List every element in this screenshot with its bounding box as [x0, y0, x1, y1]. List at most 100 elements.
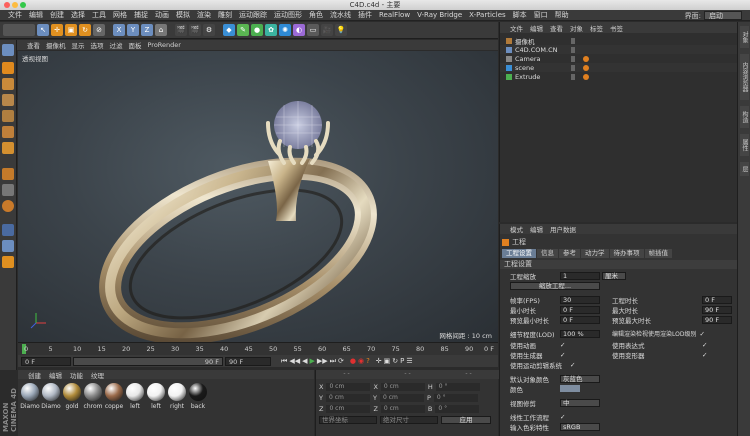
- scene-camera-icon[interactable]: ▭: [307, 24, 319, 36]
- duration-field[interactable]: 0 F: [702, 295, 732, 304]
- viewport-menu-item[interactable]: 摄像机: [46, 40, 66, 50]
- material-swatch[interactable]: chrom: [83, 383, 103, 410]
- minimize-window-button[interactable]: [12, 2, 18, 8]
- move-tool-icon[interactable]: ✛: [51, 24, 63, 36]
- menu-item[interactable]: 帮助: [555, 10, 569, 20]
- preview-max-field[interactable]: 90 F: [702, 315, 732, 324]
- menu-item[interactable]: 运动图形: [274, 10, 302, 20]
- material-swatch[interactable]: right: [167, 383, 187, 410]
- menu-item[interactable]: 动画: [155, 10, 169, 20]
- attribute-tab[interactable]: 参考: [559, 249, 580, 258]
- menu-item[interactable]: 窗口: [534, 10, 548, 20]
- snap-icon[interactable]: [2, 200, 14, 212]
- color-swatch[interactable]: [560, 385, 580, 392]
- object-visibility-icon[interactable]: [571, 64, 575, 71]
- side-tab[interactable]: 内容浏览器: [740, 54, 749, 100]
- recent-tool-icon[interactable]: ⊘: [93, 24, 105, 36]
- preview-range-slider[interactable]: 90 F: [73, 356, 223, 366]
- attribute-menu-item[interactable]: 模式: [510, 224, 523, 234]
- render-picture-viewer-icon[interactable]: 🎬: [189, 24, 201, 36]
- x-axis-lock-icon[interactable]: X: [113, 24, 125, 36]
- scale-unit-dropdown[interactable]: 厘米: [602, 271, 626, 280]
- menu-item[interactable]: 编辑: [29, 10, 43, 20]
- environment-icon[interactable]: ◐: [293, 24, 305, 36]
- subdivision-generator-icon[interactable]: ●: [251, 24, 263, 36]
- timeline-menu-icon[interactable]: ☰: [406, 357, 412, 365]
- render-settings-icon[interactable]: ⚙: [203, 24, 215, 36]
- make-editable-icon[interactable]: [2, 44, 14, 56]
- menu-item[interactable]: V-Ray Bridge: [417, 11, 462, 19]
- use-generators-check[interactable]: ✓: [560, 351, 612, 359]
- select-tool-icon[interactable]: ↖: [37, 24, 49, 36]
- go-to-start-icon[interactable]: ⏮: [281, 357, 287, 366]
- input-color-dropdown[interactable]: sRGB: [560, 422, 600, 431]
- object-menu-item[interactable]: 查看: [550, 23, 563, 33]
- object-menu-item[interactable]: 文件: [510, 23, 523, 33]
- object-row[interactable]: Camera: [500, 54, 738, 63]
- menu-item[interactable]: 运动跟踪: [239, 10, 267, 20]
- menu-item[interactable]: 选择: [71, 10, 85, 20]
- viewport-menu-item[interactable]: 面板: [129, 40, 142, 50]
- menu-item[interactable]: 脚本: [513, 10, 527, 20]
- auto-key-icon[interactable]: ◉: [358, 357, 364, 365]
- coordinate-system-icon[interactable]: ⌂: [155, 24, 167, 36]
- size-mode-dropdown[interactable]: 绝对尺寸: [380, 416, 438, 424]
- cube-primitive-icon[interactable]: ◆: [223, 24, 235, 36]
- object-visibility-icon[interactable]: [571, 37, 575, 44]
- material-menu-item[interactable]: 编辑: [49, 370, 62, 380]
- object-row[interactable]: Extrude: [500, 72, 738, 81]
- camera-object-icon[interactable]: 🎥: [321, 24, 333, 36]
- use-deformers-check[interactable]: ✓: [702, 351, 707, 359]
- position-field[interactable]: 0 cm: [325, 393, 370, 402]
- scale-tool-icon[interactable]: ▣: [65, 24, 77, 36]
- material-swatch[interactable]: back: [188, 383, 208, 410]
- light-object-icon[interactable]: 💡: [335, 24, 347, 36]
- axis-mode-icon[interactable]: [2, 168, 14, 180]
- size-field[interactable]: 0 cm: [379, 393, 424, 402]
- render-lod-check[interactable]: ✓: [699, 330, 704, 338]
- cloner-icon[interactable]: ✿: [265, 24, 277, 36]
- position-field[interactable]: 0 cm: [326, 382, 371, 391]
- object-menu-item[interactable]: 标签: [590, 23, 603, 33]
- menu-item[interactable]: 网格: [113, 10, 127, 20]
- undo-redo-group[interactable]: [3, 24, 35, 36]
- material-menu-item[interactable]: 纹理: [91, 370, 104, 380]
- apply-button[interactable]: 应用: [441, 416, 491, 424]
- menu-item[interactable]: X-Particles: [469, 11, 505, 19]
- material-menu-item[interactable]: 功能: [70, 370, 83, 380]
- attribute-tab[interactable]: 信息: [537, 249, 558, 258]
- menu-item[interactable]: 渲染: [197, 10, 211, 20]
- project-scale-field[interactable]: 1: [560, 271, 600, 280]
- menu-item[interactable]: RealFlow: [379, 11, 410, 19]
- menu-item[interactable]: 流水线: [330, 10, 351, 20]
- tag-icon[interactable]: [583, 55, 589, 62]
- y-axis-lock-icon[interactable]: Y: [127, 24, 139, 36]
- texture-mode-icon[interactable]: [2, 78, 14, 90]
- material-swatch[interactable]: gold: [62, 383, 82, 410]
- menu-item[interactable]: 雕刻: [218, 10, 232, 20]
- default-color-dropdown[interactable]: 灰蓝色: [560, 374, 600, 383]
- object-row[interactable]: C4D.COM.CN: [500, 45, 738, 54]
- use-expressions-check[interactable]: ✓: [702, 341, 707, 349]
- side-tab[interactable]: 属性: [740, 134, 749, 156]
- object-row[interactable]: 摄像机: [500, 36, 738, 46]
- view-clipping-dropdown[interactable]: 中: [560, 398, 600, 407]
- side-tab[interactable]: 层: [740, 162, 749, 176]
- end-frame-field[interactable]: 90 F: [225, 356, 271, 366]
- attribute-tab[interactable]: 帧插值: [644, 249, 672, 258]
- rotation-field[interactable]: 0 °: [433, 393, 478, 402]
- model-mode-icon[interactable]: [2, 62, 14, 74]
- record-keys-icon[interactable]: ●: [350, 357, 356, 365]
- attribute-menu-item[interactable]: 用户数据: [550, 224, 576, 234]
- object-menu-item[interactable]: 编辑: [530, 23, 543, 33]
- loop-icon[interactable]: ⟳: [338, 357, 344, 365]
- rotate-tool-icon[interactable]: ↻: [79, 24, 91, 36]
- size-field[interactable]: 0 cm: [380, 404, 425, 413]
- material-menu-item[interactable]: 创建: [28, 370, 41, 380]
- size-field[interactable]: 0 cm: [380, 382, 425, 391]
- viewport-menu-item[interactable]: 过滤: [110, 40, 123, 50]
- object-row[interactable]: scene: [500, 63, 738, 72]
- material-swatch[interactable]: left: [146, 383, 166, 410]
- scale-key-icon[interactable]: ▣: [384, 357, 391, 365]
- attribute-tab[interactable]: 工程设置: [502, 249, 536, 258]
